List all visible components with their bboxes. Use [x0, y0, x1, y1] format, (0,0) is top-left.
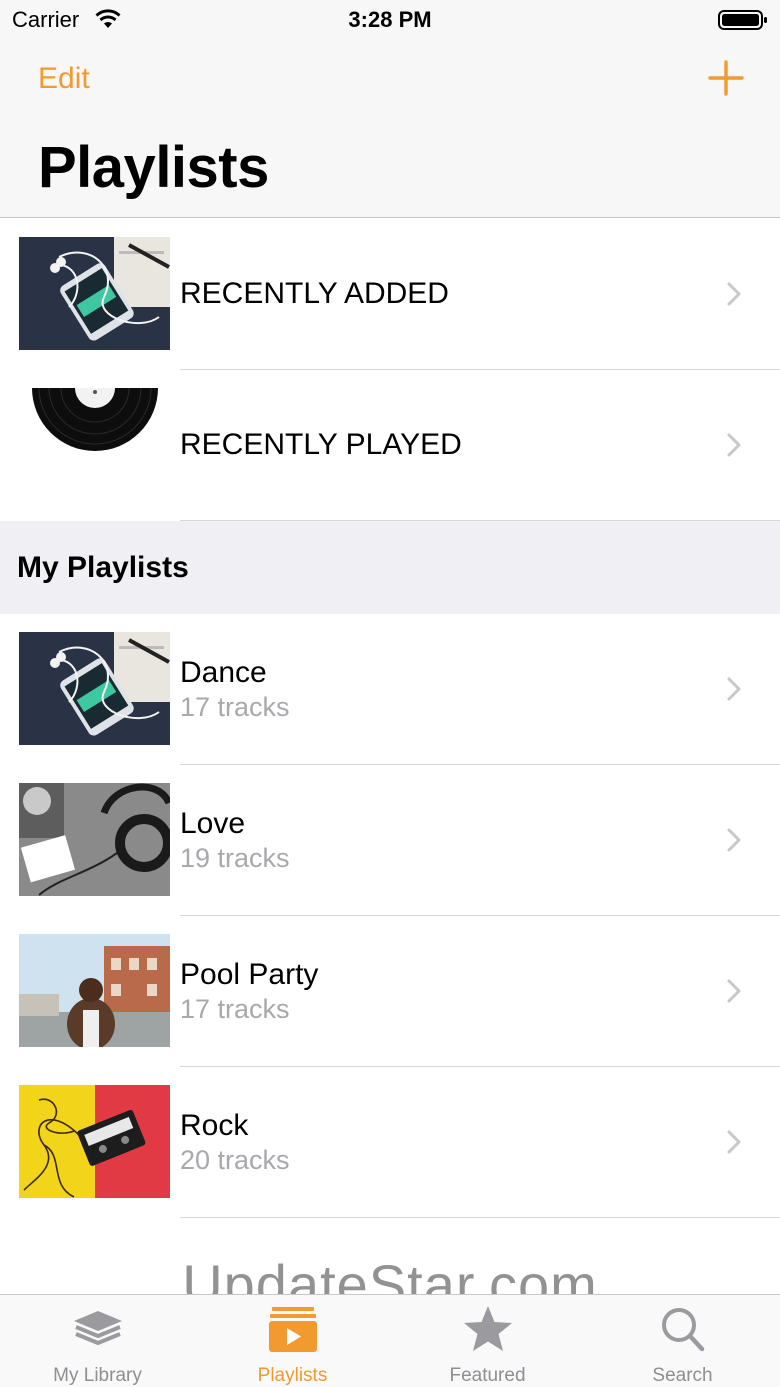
playlist-row-pool-party[interactable]: Pool Party 17 tracks — [0, 916, 780, 1067]
chevron-right-icon — [727, 433, 741, 457]
playlist-artwork — [19, 632, 170, 745]
playlist-row-love[interactable]: Love 19 tracks — [0, 765, 780, 916]
playlist-artwork — [19, 388, 170, 501]
tab-bar: My Library Playlists Featured Search — [0, 1294, 780, 1387]
library-stack-icon — [74, 1311, 122, 1345]
navigation-bar: Edit Playlists — [0, 40, 780, 218]
track-count: 20 tracks — [180, 1145, 290, 1175]
tab-playlists[interactable]: Playlists — [195, 1295, 390, 1387]
plus-icon[interactable] — [708, 60, 744, 96]
track-count: 17 tracks — [180, 692, 290, 722]
tab-label: Featured — [449, 1365, 526, 1386]
section-header-my-playlists: My Playlists — [0, 521, 780, 614]
playlist-artwork — [19, 1085, 170, 1198]
chevron-right-icon — [727, 828, 741, 852]
chevron-right-icon — [727, 1130, 741, 1154]
section-title: My Playlists — [17, 551, 189, 584]
chevron-right-icon — [727, 677, 741, 701]
playlist-title: RECENTLY ADDED — [180, 277, 449, 310]
playlist-title: Pool Party — [180, 958, 319, 991]
battery-icon — [718, 10, 767, 30]
tab-search[interactable]: Search — [585, 1295, 780, 1387]
playlists-icon — [269, 1307, 317, 1352]
chevron-right-icon — [727, 282, 741, 306]
edit-button[interactable]: Edit — [38, 62, 90, 96]
tab-my-library[interactable]: My Library — [0, 1295, 195, 1387]
track-count: 19 tracks — [180, 843, 290, 873]
playlist-row-recently-played[interactable]: RECENTLY PLAYED — [0, 370, 780, 521]
star-icon — [464, 1306, 512, 1351]
track-count: 17 tracks — [180, 994, 290, 1024]
chevron-right-icon — [727, 979, 741, 1003]
playlist-title: Dance — [180, 656, 267, 689]
page-title: Playlists — [38, 135, 269, 200]
tab-label: My Library — [53, 1365, 142, 1386]
row-separator — [180, 1217, 780, 1218]
search-icon — [662, 1308, 705, 1352]
playlist-artwork — [19, 934, 170, 1047]
playlist-title: RECENTLY PLAYED — [180, 428, 462, 461]
tab-featured[interactable]: Featured — [390, 1295, 585, 1387]
playlist-title: Rock — [180, 1109, 249, 1142]
playlist-artwork — [19, 783, 170, 896]
tab-label: Search — [652, 1365, 713, 1386]
playlist-row-dance[interactable]: Dance 17 tracks — [0, 614, 780, 765]
playlist-artwork — [19, 237, 170, 350]
playlist-row-recently-added[interactable]: RECENTLY ADDED — [0, 219, 780, 370]
playlist-row-rock[interactable]: Rock 20 tracks — [0, 1067, 780, 1218]
tab-label: Playlists — [257, 1365, 328, 1386]
clock: 3:28 PM — [348, 7, 432, 32]
playlist-title: Love — [180, 807, 246, 840]
status-bar: Carrier 3:28 PM — [0, 0, 780, 40]
